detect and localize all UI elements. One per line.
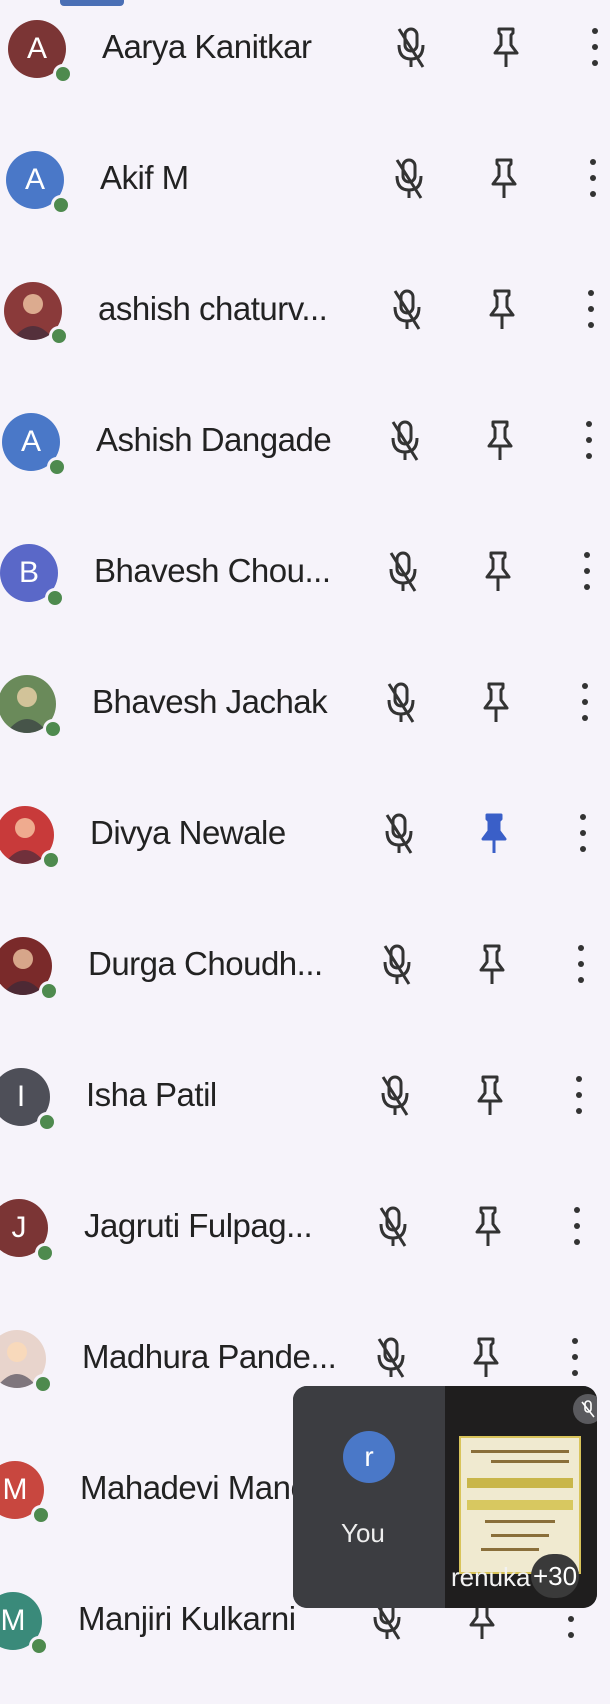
online-status-dot bbox=[39, 981, 59, 1001]
more-options-icon[interactable] bbox=[568, 1338, 582, 1382]
participant-name: Durga Choudh... bbox=[88, 945, 323, 982]
participant-name: Madhura Pande... bbox=[82, 1338, 337, 1375]
more-options-icon[interactable] bbox=[578, 683, 592, 727]
online-status-dot bbox=[49, 326, 69, 346]
participant-name: Akif M bbox=[100, 159, 189, 196]
pin-icon[interactable] bbox=[476, 811, 512, 857]
online-status-dot bbox=[31, 1505, 51, 1525]
pin-icon[interactable] bbox=[488, 25, 524, 71]
participant-row[interactable]: A Akif M bbox=[0, 131, 608, 263]
more-options-icon[interactable] bbox=[572, 1076, 586, 1120]
participant-row[interactable]: I Isha Patil bbox=[0, 1048, 594, 1180]
online-status-dot bbox=[41, 850, 61, 870]
participant-row[interactable]: A Ashish Dangade bbox=[0, 393, 604, 525]
pin-icon[interactable] bbox=[480, 549, 516, 595]
more-options-icon[interactable] bbox=[576, 814, 590, 858]
mic-off-icon bbox=[387, 418, 423, 464]
self-view-label: You bbox=[341, 1518, 385, 1548]
pin-icon[interactable] bbox=[472, 1073, 508, 1119]
online-status-dot bbox=[33, 1374, 53, 1394]
more-options-icon[interactable] bbox=[586, 159, 600, 203]
mic-off-icon bbox=[375, 1204, 411, 1250]
participant-name: Jagruti Fulpag... bbox=[84, 1207, 313, 1244]
participant-row[interactable]: J Jagruti Fulpag... bbox=[0, 1179, 592, 1311]
mic-off-icon bbox=[393, 25, 429, 71]
pin-icon[interactable] bbox=[470, 1204, 506, 1250]
online-status-dot bbox=[51, 195, 71, 215]
pin-icon[interactable] bbox=[478, 680, 514, 726]
shared-screen-thumbnail bbox=[459, 1436, 581, 1574]
participant-name: Mahadevi Mane bbox=[80, 1469, 309, 1506]
participant-name: ashish chaturv... bbox=[98, 290, 328, 327]
avatar: r bbox=[343, 1431, 395, 1483]
picture-in-picture-window[interactable]: r You renuka +30 bbox=[293, 1386, 597, 1608]
participant-row[interactable]: B Bhavesh Chou... bbox=[0, 524, 602, 656]
more-options-icon[interactable] bbox=[580, 552, 594, 596]
mic-off-icon bbox=[381, 811, 417, 857]
participant-name: Aarya Kanitkar bbox=[102, 28, 312, 65]
participant-name: Bhavesh Jachak bbox=[92, 683, 328, 720]
overflow-count-badge: +30 bbox=[531, 1554, 579, 1598]
online-status-dot bbox=[37, 1112, 57, 1132]
participant-name: Manjiri Kulkarni bbox=[78, 1600, 296, 1637]
more-options-icon[interactable] bbox=[582, 421, 596, 465]
more-options-icon[interactable] bbox=[570, 1207, 584, 1251]
presenter-name: renuka bbox=[451, 1562, 531, 1592]
mic-off-icon bbox=[373, 1335, 409, 1381]
more-options-icon[interactable] bbox=[574, 945, 588, 989]
self-view-tile[interactable]: r You bbox=[293, 1386, 445, 1608]
participant-row[interactable]: Bhavesh Jachak bbox=[0, 655, 600, 787]
online-status-dot bbox=[45, 588, 65, 608]
participant-name: Isha Patil bbox=[86, 1076, 217, 1113]
mic-off-icon bbox=[573, 1394, 597, 1424]
mic-off-icon bbox=[389, 287, 425, 333]
mic-off-icon bbox=[385, 549, 421, 595]
pin-icon[interactable] bbox=[486, 156, 522, 202]
online-status-dot bbox=[47, 457, 67, 477]
participant-row[interactable]: Divya Newale bbox=[0, 786, 598, 918]
pin-icon[interactable] bbox=[484, 287, 520, 333]
participant-name: Ashish Dangade bbox=[96, 421, 332, 458]
pin-icon[interactable] bbox=[474, 942, 510, 988]
participant-row[interactable]: A Aarya Kanitkar bbox=[0, 0, 610, 132]
mic-off-icon bbox=[391, 156, 427, 202]
participant-name: Divya Newale bbox=[90, 814, 286, 851]
more-options-icon[interactable] bbox=[588, 28, 602, 72]
participant-row[interactable]: ashish chaturv... bbox=[0, 262, 606, 394]
online-status-dot bbox=[35, 1243, 55, 1263]
presentation-tile[interactable]: renuka +30 bbox=[445, 1386, 597, 1608]
online-status-dot bbox=[43, 719, 63, 739]
mic-off-icon bbox=[377, 1073, 413, 1119]
online-status-dot bbox=[29, 1636, 49, 1656]
pin-icon[interactable] bbox=[482, 418, 518, 464]
mic-off-icon bbox=[383, 680, 419, 726]
mic-off-icon bbox=[379, 942, 415, 988]
more-options-icon[interactable] bbox=[584, 290, 598, 334]
participant-row[interactable]: Durga Choudh... bbox=[0, 917, 596, 1049]
pin-icon[interactable] bbox=[468, 1335, 504, 1381]
online-status-dot bbox=[53, 64, 73, 84]
participant-name: Bhavesh Chou... bbox=[94, 552, 331, 589]
